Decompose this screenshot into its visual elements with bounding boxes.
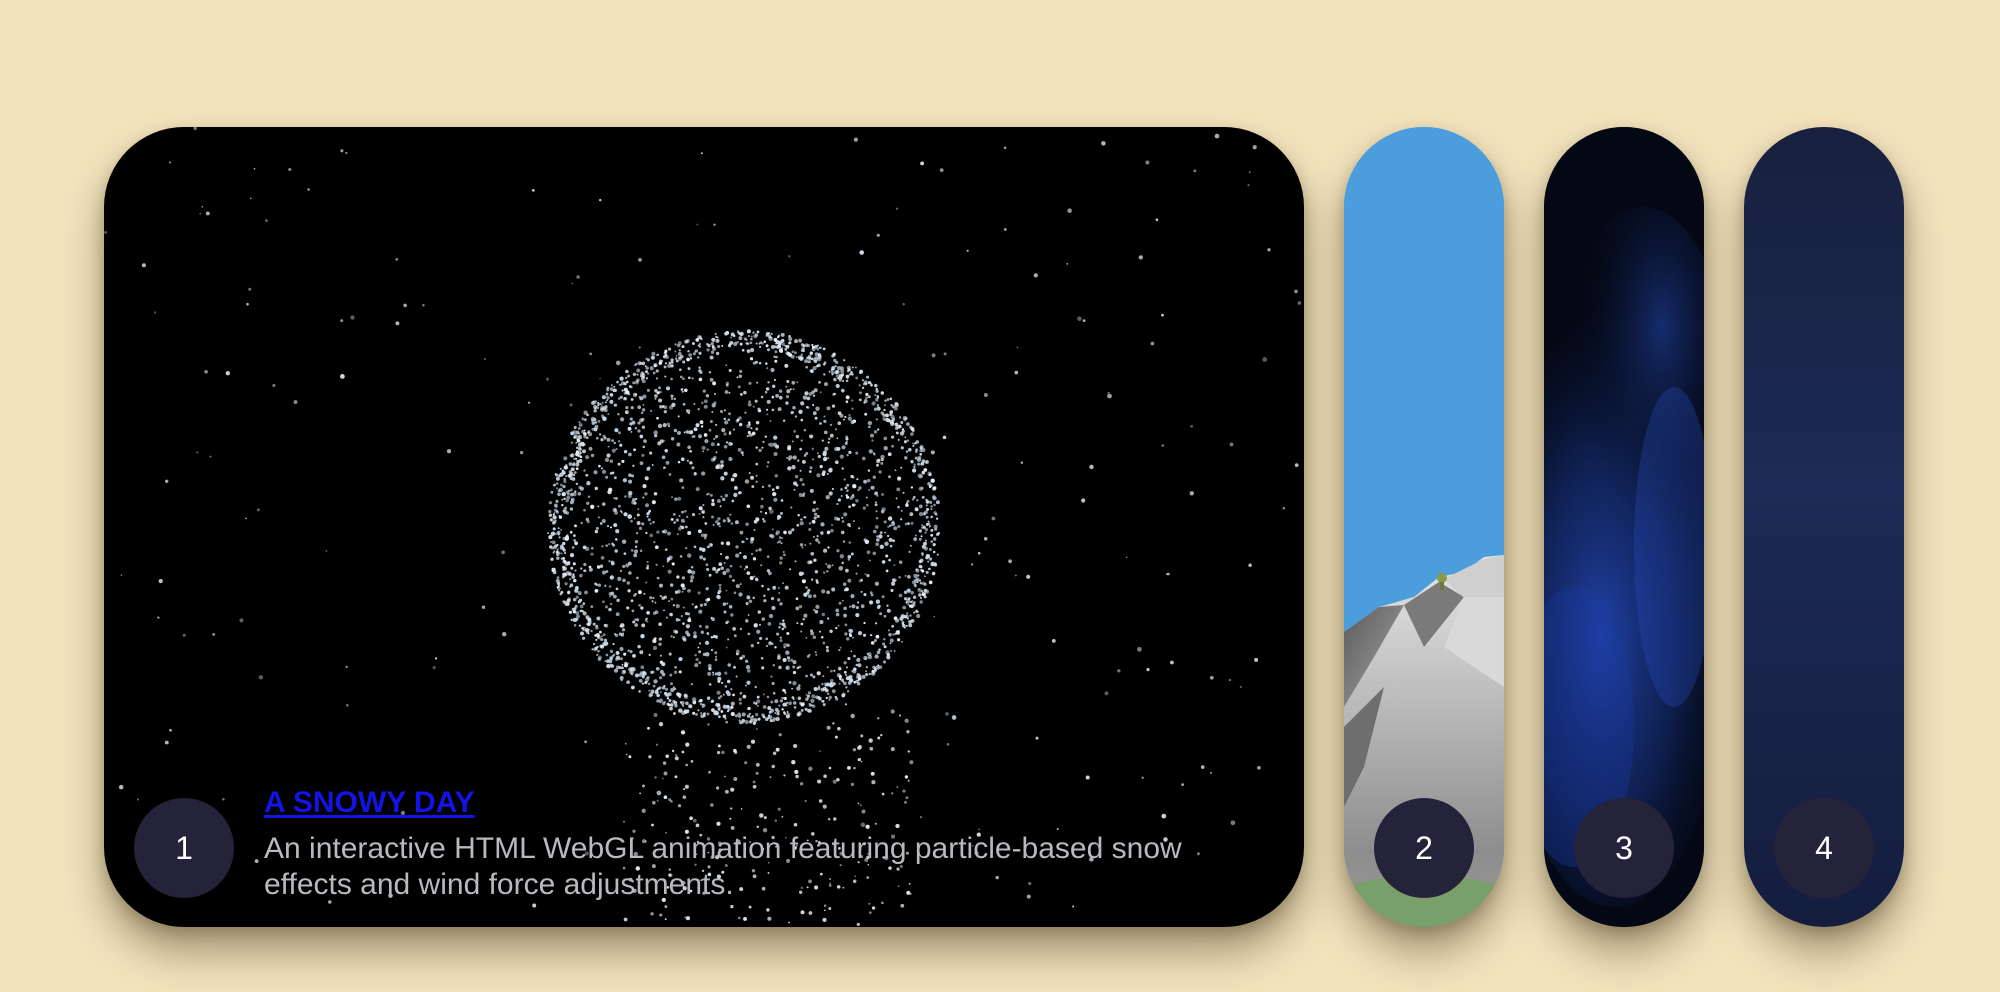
card-number-badge[interactable]: 1 xyxy=(134,798,234,898)
card-info: A SNOWY DAY An interactive HTML WebGL an… xyxy=(264,785,1264,903)
card-description: An interactive HTML WebGL animation feat… xyxy=(264,832,1182,901)
card-number-badge[interactable]: 4 xyxy=(1774,798,1874,898)
card-dark-blue[interactable]: 4 xyxy=(1744,127,1904,927)
card-snowy-day[interactable]: 1 A SNOWY DAY An interactive HTML WebGL … xyxy=(104,127,1304,927)
card-nebula[interactable]: 3 xyxy=(1544,127,1704,927)
card-title-link[interactable]: A SNOWY DAY xyxy=(264,785,475,821)
card-gallery: 1 A SNOWY DAY An interactive HTML WebGL … xyxy=(104,127,1904,927)
card-number-badge[interactable]: 2 xyxy=(1374,798,1474,898)
card-number-badge[interactable]: 3 xyxy=(1574,798,1674,898)
card-mountain[interactable]: 2 xyxy=(1344,127,1504,927)
